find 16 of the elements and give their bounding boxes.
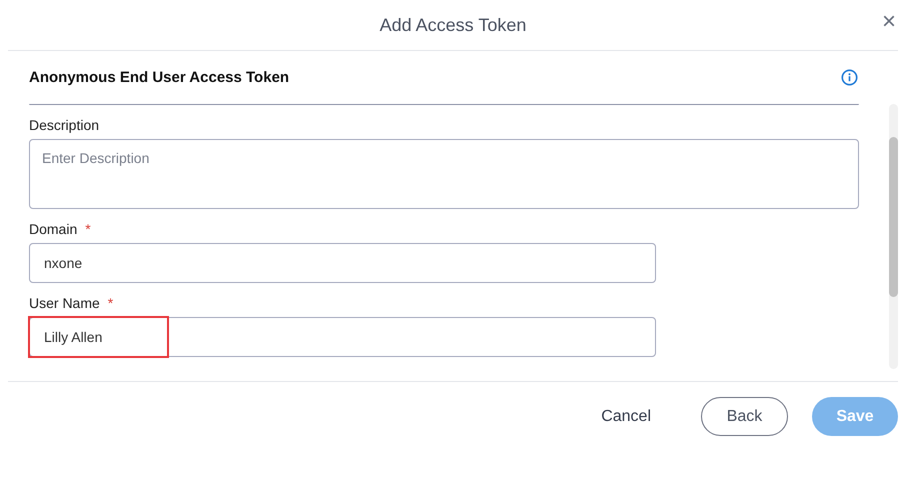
field-label: User Name [29,295,100,311]
info-icon[interactable] [841,69,858,86]
input-field[interactable]: Lilly Allen [29,317,656,357]
description-field[interactable]: Enter Description [29,139,859,209]
section-title: Anonymous End User Access Token [29,69,290,86]
required-mark: * [85,221,91,237]
scrollbar-thumb[interactable] [889,137,898,297]
required-mark: * [108,295,114,311]
field-label: Domain [29,221,78,237]
close-button[interactable]: × [878,8,900,36]
scrollbar[interactable] [889,104,898,369]
back-button[interactable]: Back [701,397,788,436]
input-field[interactable]: nxone [29,243,656,283]
dialog-title: Add Access Token [380,14,526,36]
cancel-button[interactable]: Cancel [587,397,665,436]
field-label: Description [29,117,100,133]
